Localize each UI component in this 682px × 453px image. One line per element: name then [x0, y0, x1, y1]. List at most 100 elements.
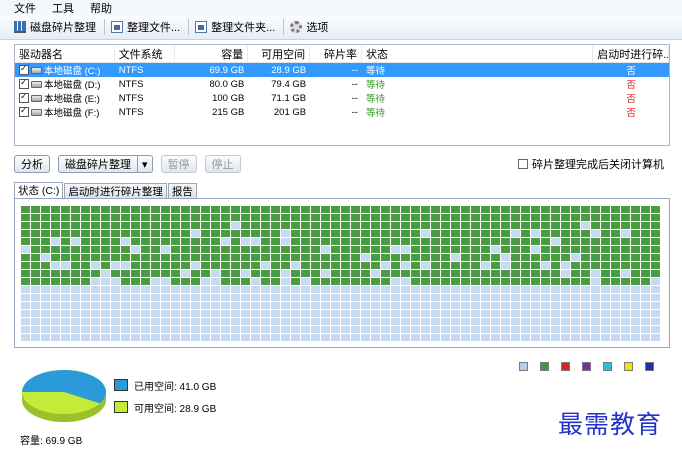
drive-row-e[interactable]: 本地磁盘 (E:) NTFS 100 GB 71.1 GB -- 等待 否	[15, 91, 669, 105]
cluster-block	[651, 278, 660, 285]
defrag-folders-button[interactable]: 整理文件夹...	[195, 19, 275, 35]
cluster-block	[601, 326, 610, 333]
drive-boot: 否	[626, 66, 636, 77]
cluster-block	[641, 222, 650, 229]
drive-row-d[interactable]: 本地磁盘 (D:) NTFS 80.0 GB 79.4 GB -- 等待 否	[15, 77, 669, 91]
cluster-block	[191, 294, 200, 301]
cluster-block	[501, 246, 510, 253]
cluster-block	[441, 326, 450, 333]
cluster-block	[591, 334, 600, 341]
header-capacity[interactable]: 容量	[175, 45, 249, 62]
options-button[interactable]: 选项	[290, 19, 328, 35]
cluster-block	[291, 206, 300, 213]
defrag-folders-label: 整理文件夹...	[211, 22, 276, 34]
cluster-block	[101, 246, 110, 253]
used-space-swatch	[114, 379, 128, 391]
cluster-block	[421, 246, 430, 253]
cluster-block	[181, 262, 190, 269]
cluster-block	[161, 302, 170, 309]
cluster-block	[21, 318, 30, 325]
tab-status[interactable]: 状态 (C:)	[14, 182, 64, 198]
cluster-block	[291, 254, 300, 261]
cluster-block	[71, 318, 80, 325]
drive-checkbox[interactable]	[19, 91, 29, 103]
cluster-block	[91, 222, 100, 229]
cluster-block	[321, 230, 330, 237]
cluster-block	[531, 318, 540, 325]
cluster-block	[51, 310, 60, 317]
header-status[interactable]: 状态	[362, 45, 594, 62]
cluster-block	[191, 326, 200, 333]
cluster-block	[131, 310, 140, 317]
header-free[interactable]: 可用空间	[248, 45, 311, 62]
defrag-files-button[interactable]: 整理文件...	[111, 19, 180, 35]
menu-tools[interactable]: 工具	[52, 0, 74, 16]
cluster-block	[581, 302, 590, 309]
cluster-block	[21, 262, 30, 269]
header-boot-defrag[interactable]: 启动时进行碎...	[593, 45, 670, 62]
drive-row-f[interactable]: 本地磁盘 (F:) NTFS 215 GB 201 GB -- 等待 否	[15, 105, 669, 119]
cluster-block	[611, 278, 620, 285]
shutdown-checkbox[interactable]	[518, 159, 528, 169]
drive-checkbox[interactable]	[19, 105, 29, 117]
shutdown-option[interactable]: 碎片整理完成后关闭计算机	[518, 156, 664, 172]
cluster-block	[111, 278, 120, 285]
tab-report[interactable]: 报告	[167, 183, 197, 198]
cluster-block	[31, 310, 40, 317]
cluster-block	[301, 318, 310, 325]
cluster-block	[161, 318, 170, 325]
cluster-block	[571, 286, 580, 293]
cluster-block	[531, 206, 540, 213]
cluster-block	[131, 302, 140, 309]
defrag-dropdown[interactable]: ▾	[138, 155, 153, 173]
tab-boot-defrag[interactable]: 启动时进行碎片整理	[64, 183, 167, 198]
cluster-block	[111, 246, 120, 253]
menu-help[interactable]: 帮助	[90, 0, 112, 16]
defrag-toolbar-button[interactable]: 磁盘碎片整理	[14, 19, 96, 35]
stop-button[interactable]: 停止	[204, 155, 241, 173]
cluster-block	[401, 302, 410, 309]
cluster-block	[631, 278, 640, 285]
header-drive[interactable]: 驱动器名	[15, 45, 115, 62]
cluster-block	[511, 326, 520, 333]
cluster-block	[351, 318, 360, 325]
cluster-block	[461, 334, 470, 341]
cluster-block	[91, 334, 100, 341]
cluster-block	[331, 206, 340, 213]
header-fragmentation[interactable]: 碎片率	[310, 45, 362, 62]
cluster-block	[421, 294, 430, 301]
cluster-block	[601, 294, 610, 301]
cluster-block	[481, 286, 490, 293]
drive-checkbox[interactable]	[19, 77, 29, 89]
legend-swatch	[582, 362, 591, 371]
cluster-block	[551, 310, 560, 317]
cluster-block	[451, 334, 460, 341]
cluster-block	[571, 222, 580, 229]
cluster-block	[21, 294, 30, 301]
pause-button[interactable]: 暂停	[160, 155, 197, 173]
cluster-block	[281, 294, 290, 301]
cluster-block	[511, 206, 520, 213]
pie-chart	[22, 370, 106, 422]
menu-file[interactable]: 文件	[14, 0, 36, 16]
cluster-block	[141, 222, 150, 229]
cluster-block	[301, 206, 310, 213]
header-filesystem[interactable]: 文件系统	[115, 45, 175, 62]
defrag-button[interactable]: 磁盘碎片整理	[58, 155, 138, 173]
cluster-block	[41, 294, 50, 301]
drive-checkbox[interactable]	[19, 63, 29, 75]
drive-row-c[interactable]: 本地磁盘 (C:) NTFS 69.9 GB 28.9 GB -- 等待 否	[15, 63, 669, 77]
cluster-block	[431, 278, 440, 285]
cluster-block	[521, 270, 530, 277]
cluster-block	[451, 246, 460, 253]
options-label: 选项	[306, 22, 329, 34]
cluster-block	[441, 262, 450, 269]
cluster-block	[151, 262, 160, 269]
cluster-block	[431, 230, 440, 237]
cluster-block	[231, 286, 240, 293]
cluster-block	[601, 238, 610, 245]
analyze-button[interactable]: 分析	[14, 155, 50, 173]
cluster-block	[381, 214, 390, 221]
cluster-block	[301, 222, 310, 229]
cluster-block	[381, 334, 390, 341]
